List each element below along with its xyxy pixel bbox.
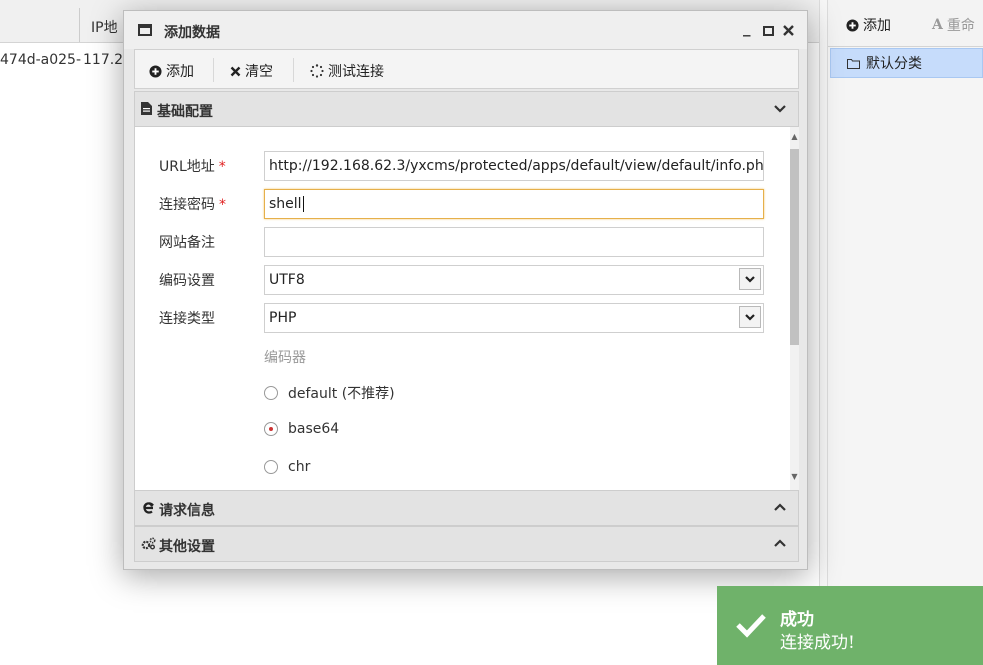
add-button[interactable]: 添加 <box>149 61 194 81</box>
scroll-up-icon[interactable]: ▲ <box>790 131 799 143</box>
category-add-button[interactable]: 添加 <box>846 15 891 35</box>
category-panel: 添加 A 重命 默认分类 <box>828 0 983 665</box>
plus-circle-icon <box>149 64 162 78</box>
request-info-header[interactable]: 请求信息 <box>134 490 799 526</box>
type-label: 连接类型 <box>159 311 215 327</box>
category-toolbar: 添加 A 重命 <box>828 0 983 47</box>
basic-config-title: 基础配置 <box>157 104 213 120</box>
gears-icon <box>141 537 156 550</box>
tree-item-default-category[interactable]: 默认分类 <box>830 48 983 78</box>
toast-message: 连接成功! <box>780 633 855 653</box>
row-id-cell[interactable]: 474d-a025- <box>0 52 81 68</box>
category-rename-label: 重命 <box>946 18 975 34</box>
url-input[interactable]: http://192.168.62.3/yxcms/protected/apps… <box>264 151 764 181</box>
column-header-ip[interactable]: IP地 <box>91 17 118 37</box>
add-data-dialog: 添加数据 _ 添加 清空 测试连接 基础配置 URL地址 * http://19… <box>123 10 808 570</box>
test-connection-label: 测试连接 <box>328 64 384 80</box>
chevron-down-icon <box>745 314 755 321</box>
window-icon <box>138 24 152 36</box>
encoding-select-value: UTF8 <box>269 272 305 288</box>
required-mark: * <box>218 159 226 175</box>
encoder-radio-base64[interactable]: base64 <box>264 421 339 437</box>
toolbar-separator <box>293 58 294 82</box>
plus-circle-icon <box>846 18 859 32</box>
chevron-down-icon[interactable] <box>772 100 788 116</box>
success-toast[interactable]: 成功 连接成功! <box>717 586 983 665</box>
row-ip-cell[interactable]: 117.2 <box>83 52 123 68</box>
check-icon <box>736 614 766 638</box>
password-label: 连接密码 * <box>159 197 226 213</box>
select-dropdown-button[interactable] <box>739 268 761 290</box>
note-label: 网站备注 <box>159 235 215 251</box>
note-input[interactable] <box>264 227 764 257</box>
spinner-icon <box>310 64 324 78</box>
clear-button-label: 清空 <box>245 64 273 80</box>
toolbar-separator <box>213 58 214 82</box>
encoder-group-label: 编码器 <box>264 350 306 366</box>
toast-title: 成功 <box>780 610 814 630</box>
request-info-title: 请求信息 <box>159 503 215 519</box>
form-scrollbar[interactable]: ▲ ▼ <box>790 127 799 490</box>
x-icon <box>230 66 241 76</box>
encoder-radio-default[interactable]: default (不推荐) <box>264 383 395 403</box>
add-button-label: 添加 <box>166 64 194 80</box>
encoder-radio-chr[interactable]: chr <box>264 459 310 475</box>
radio-button[interactable] <box>264 386 278 400</box>
chevron-up-icon[interactable] <box>772 499 788 515</box>
basic-config-form: URL地址 * http://192.168.62.3/yxcms/protect… <box>134 127 799 490</box>
dialog-toolbar: 添加 清空 测试连接 <box>134 49 799 89</box>
text-caret <box>302 196 304 212</box>
folder-icon <box>847 58 860 69</box>
scroll-thumb[interactable] <box>790 149 799 345</box>
close-icon[interactable] <box>783 25 794 36</box>
dialog-titlebar[interactable]: 添加数据 _ <box>124 11 807 49</box>
chevron-down-icon <box>745 276 755 283</box>
category-add-label: 添加 <box>863 18 891 34</box>
type-select[interactable]: PHP <box>264 303 764 333</box>
encoder-option-label: default (不推荐) <box>288 386 395 402</box>
encoder-option-label: chr <box>288 459 311 475</box>
maximize-icon[interactable] <box>763 26 774 36</box>
tree-item-label: 默认分类 <box>866 56 922 72</box>
ie-icon <box>143 502 154 514</box>
panel-splitter[interactable] <box>819 0 828 665</box>
url-label: URL地址 * <box>159 159 226 175</box>
category-rename-button[interactable]: A 重命 <box>932 15 975 35</box>
font-icon: A <box>932 17 943 33</box>
encoding-select[interactable]: UTF8 <box>264 265 764 295</box>
encoding-label: 编码设置 <box>159 273 215 289</box>
other-settings-header[interactable]: 其他设置 <box>134 526 799 562</box>
basic-config-header[interactable]: 基础配置 <box>134 91 799 127</box>
test-connection-button[interactable]: 测试连接 <box>310 61 384 81</box>
minimize-icon[interactable]: _ <box>743 19 751 37</box>
required-mark: * <box>219 197 226 213</box>
radio-button[interactable] <box>264 460 278 474</box>
scroll-down-icon[interactable]: ▼ <box>790 471 799 483</box>
password-input[interactable]: shell <box>264 189 764 219</box>
clear-button[interactable]: 清空 <box>230 61 273 81</box>
radio-button-checked[interactable] <box>264 422 278 436</box>
type-select-value: PHP <box>269 310 297 326</box>
other-settings-title: 其他设置 <box>159 539 215 555</box>
select-dropdown-button[interactable] <box>739 306 761 328</box>
dialog-title: 添加数据 <box>164 25 220 41</box>
column-divider[interactable] <box>79 8 80 42</box>
chevron-up-icon[interactable] <box>772 535 788 551</box>
encoder-option-label: base64 <box>288 421 340 437</box>
file-text-icon <box>141 102 152 115</box>
